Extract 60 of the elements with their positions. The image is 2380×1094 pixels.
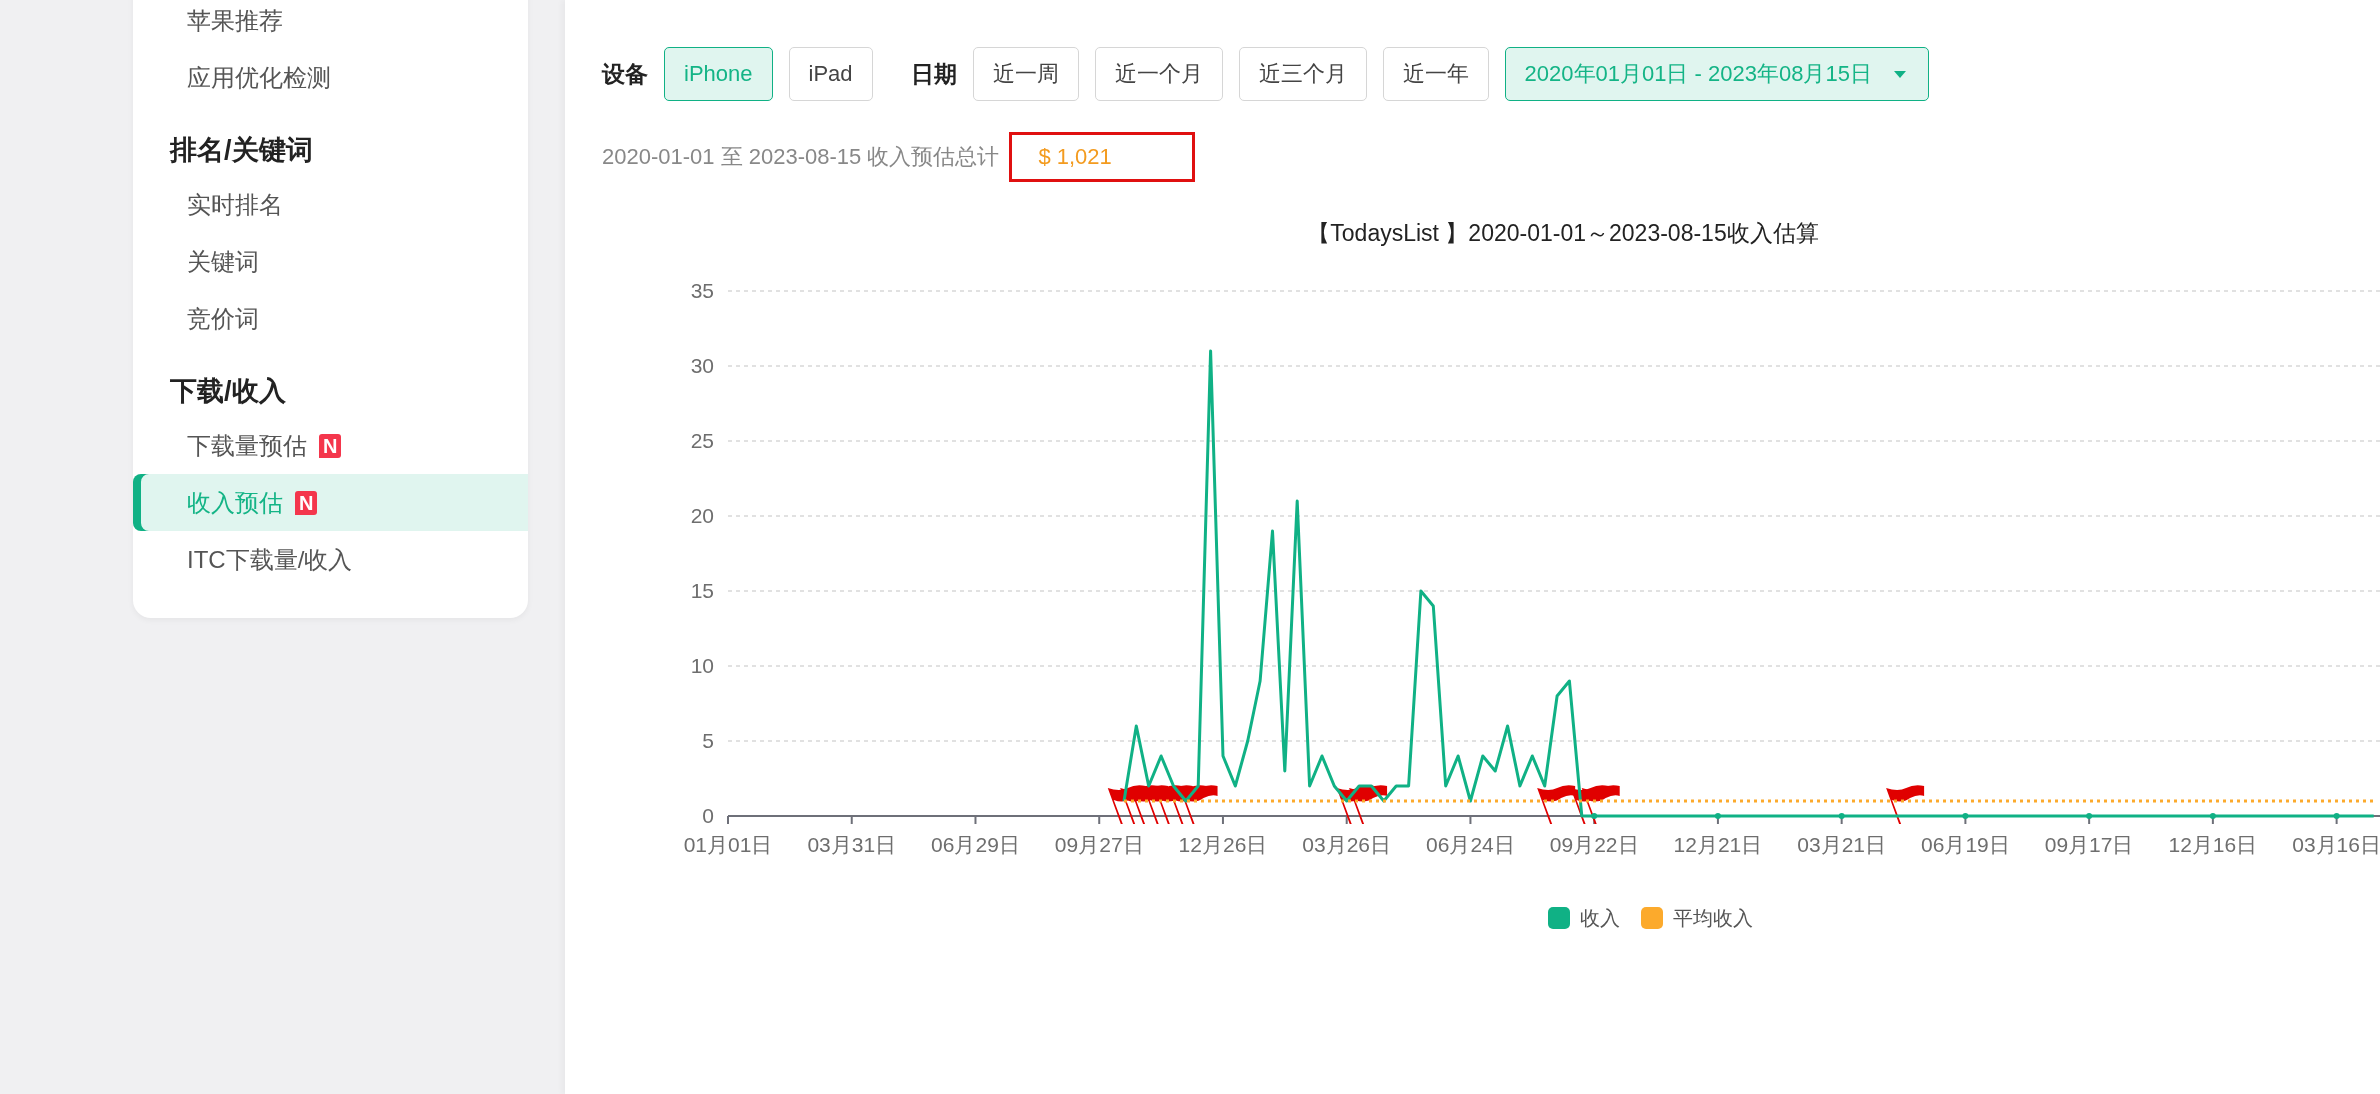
data-point xyxy=(1838,813,1845,819)
legend-label: 平均收入 xyxy=(1673,907,1753,929)
x-axis-label: 01月01日 xyxy=(683,833,773,856)
device-option[interactable]: iPad xyxy=(788,47,873,101)
y-axis-label: 35 xyxy=(690,279,714,302)
y-axis-label: 15 xyxy=(690,579,714,602)
sidebar-item[interactable]: 竞价词 xyxy=(133,290,528,347)
data-point xyxy=(1591,813,1598,819)
flag-marker xyxy=(1537,785,1576,824)
sidebar-item[interactable]: ITC下载量/收入 xyxy=(133,531,528,588)
data-point xyxy=(1714,813,1721,819)
date-preset-button[interactable]: 近一年 xyxy=(1382,47,1489,101)
x-axis-label: 03月16日 xyxy=(2292,833,2380,856)
section-heading: 下载/收入 xyxy=(169,375,287,408)
x-axis-label: 03月21日 xyxy=(1797,833,1886,856)
sidebar-item[interactable]: 实时排名 xyxy=(133,176,528,233)
device-label: 设备 xyxy=(602,59,648,89)
section-heading: 排名/关键词 xyxy=(168,134,314,167)
x-axis-label: 03月31日 xyxy=(807,833,897,856)
data-point xyxy=(2333,813,2340,819)
legend-item[interactable]: 平均收入 xyxy=(1641,907,1753,929)
sidebar-item[interactable]: 收入预估 N xyxy=(133,474,528,531)
data-point xyxy=(2209,813,2216,819)
legend-item[interactable]: 收入 xyxy=(1548,907,1620,929)
x-axis-label: 03月26日 xyxy=(1302,833,1392,856)
y-axis-label: 20 xyxy=(690,504,714,527)
x-axis-label: 06月19日 xyxy=(1921,833,2010,856)
y-axis-label: 5 xyxy=(702,729,714,752)
new-badge: N xyxy=(295,490,318,515)
x-axis-label: 09月27日 xyxy=(1054,833,1144,856)
data-point xyxy=(1962,813,1969,819)
data-point xyxy=(2086,813,2093,819)
date-preset-button[interactable]: 近三个月 xyxy=(1238,47,1367,101)
date-label: 日期 xyxy=(910,59,957,89)
sidebar-item[interactable]: 苹果推荐 xyxy=(133,0,528,49)
flag-marker xyxy=(1349,785,1388,824)
summary-text: 2020-01-01 至 2023-08-15 收入预估总计 xyxy=(602,143,1000,171)
y-axis-label: 30 xyxy=(690,354,714,377)
caret-icon xyxy=(1893,70,1906,78)
y-axis-label: 25 xyxy=(690,429,714,452)
date-preset-button[interactable]: 近一周 xyxy=(972,47,1079,101)
x-axis-label: 12月16日 xyxy=(2168,833,2258,856)
chart-title: 【TodaysList 】2020-01-01～2023-08-15收入估算 xyxy=(1307,220,1819,246)
y-axis-label: 10 xyxy=(690,654,714,677)
x-axis-label: 12月26日 xyxy=(1178,833,1268,856)
flag-marker xyxy=(1886,785,1925,824)
x-axis-label: 09月17日 xyxy=(2044,833,2134,856)
date-preset-button[interactable]: 近一个月 xyxy=(1094,47,1223,101)
x-axis-label: 12月21日 xyxy=(1673,833,1763,856)
flag-marker xyxy=(1581,785,1620,824)
legend-label: 收入 xyxy=(1580,907,1620,929)
sidebar-item[interactable]: 下载量预估 N xyxy=(133,417,528,474)
total-value: $ 1,021 xyxy=(1009,132,1195,182)
sidebar-item[interactable]: 应用优化检测 xyxy=(133,49,528,106)
new-badge: N xyxy=(319,433,342,458)
y-axis-label: 0 xyxy=(702,804,714,827)
x-axis-label: 06月24日 xyxy=(1426,833,1515,856)
x-axis-label: 06月29日 xyxy=(931,833,1020,856)
x-axis-label: 09月22日 xyxy=(1549,833,1639,856)
sidebar-item[interactable]: 关键词 xyxy=(133,233,528,290)
